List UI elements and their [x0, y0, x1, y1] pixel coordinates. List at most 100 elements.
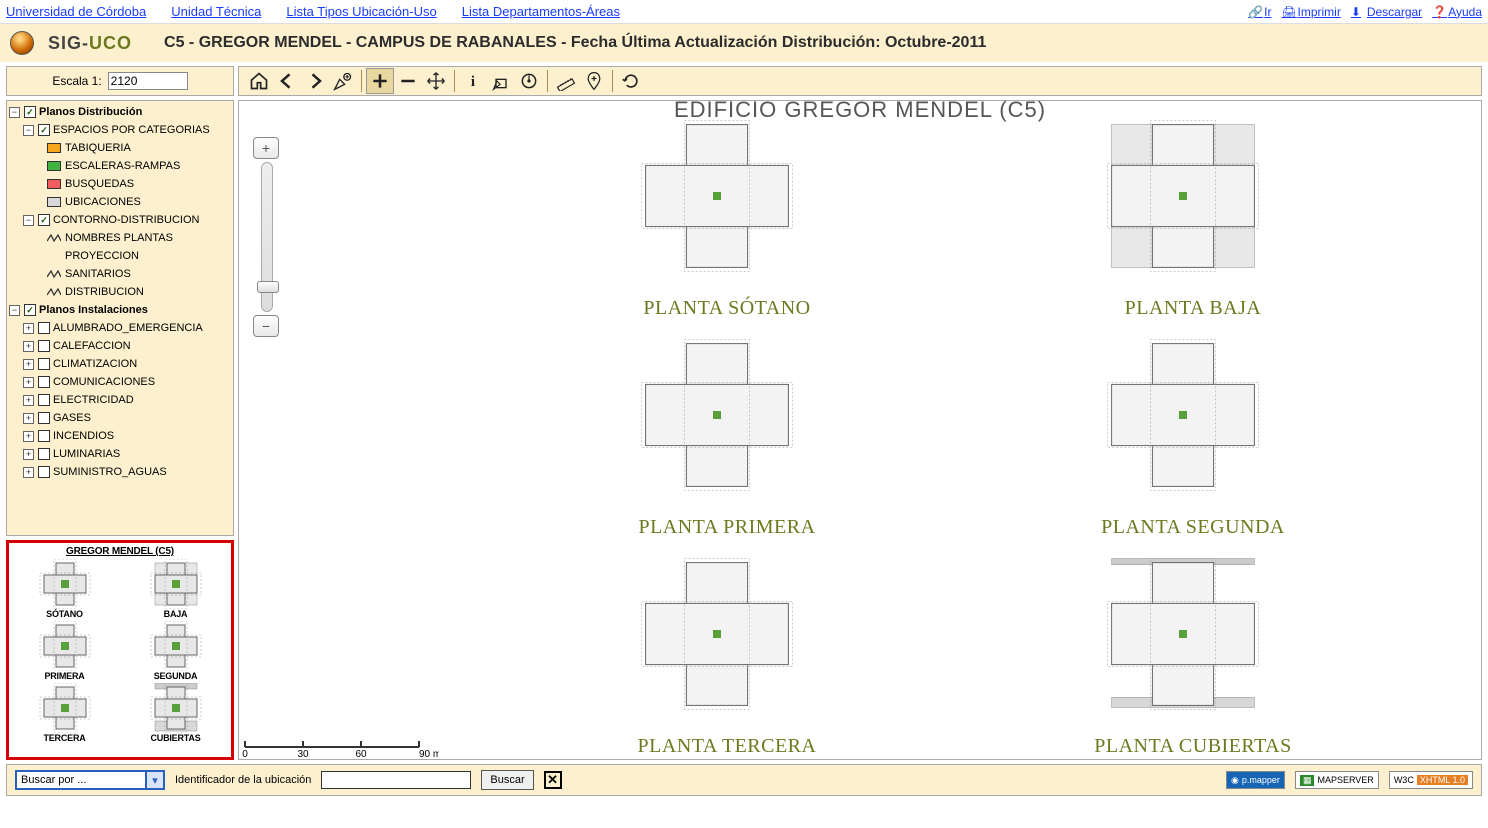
- id-input[interactable]: [321, 771, 471, 789]
- collapse-icon[interactable]: −: [23, 125, 34, 136]
- swatch-ubicaciones: [47, 197, 61, 207]
- tree-inst-item[interactable]: GASES: [53, 412, 91, 424]
- mapserver-badge[interactable]: ▦MAPSERVER: [1295, 771, 1379, 789]
- checkbox[interactable]: [24, 304, 36, 316]
- tree-group-instalaciones[interactable]: Planos Instalaciones: [39, 304, 148, 316]
- zoom-track[interactable]: [261, 162, 273, 312]
- checkbox[interactable]: [38, 376, 50, 388]
- search-button[interactable]: Buscar: [481, 770, 533, 790]
- tree-group-distribucion[interactable]: Planos Distribución: [39, 106, 142, 118]
- minimap-thumb[interactable]: PRIMERA: [11, 621, 118, 681]
- link-icon: 🔗: [1248, 5, 1262, 19]
- expand-icon[interactable]: +: [23, 377, 34, 388]
- tree-inst-item[interactable]: LUMINARIAS: [53, 448, 120, 460]
- checkbox[interactable]: [38, 124, 50, 136]
- checkbox[interactable]: [38, 394, 50, 406]
- add-poi-button[interactable]: [580, 68, 608, 94]
- floor-plan[interactable]: PLANTA BAJA: [1005, 111, 1381, 320]
- minimap-thumb[interactable]: BAJA: [122, 559, 229, 619]
- tree-inst-item[interactable]: COMUNICACIONES: [53, 376, 155, 388]
- checkbox[interactable]: [38, 340, 50, 352]
- ir-link[interactable]: 🔗Ir: [1248, 5, 1271, 19]
- floor-plan[interactable]: PLANTA SEGUNDA: [1005, 330, 1381, 539]
- measure-button[interactable]: [552, 68, 580, 94]
- plan-label: PLANTA CUBIERTAS: [1094, 735, 1292, 758]
- zigzag-icon: [47, 287, 61, 297]
- expand-icon[interactable]: +: [23, 467, 34, 478]
- search-mode-input[interactable]: [15, 770, 145, 790]
- tree-inst-item[interactable]: INCENDIOS: [53, 430, 114, 442]
- minimap-thumb[interactable]: SÓTANO: [11, 559, 118, 619]
- checkbox[interactable]: [38, 412, 50, 424]
- zigzag-icon: [47, 233, 61, 243]
- floor-plan[interactable]: PLANTA TERCERA: [539, 549, 915, 758]
- imprimir-link[interactable]: 🖨Imprimir: [1282, 5, 1341, 19]
- scale-input[interactable]: [108, 72, 188, 90]
- clear-search-button[interactable]: ✕: [544, 771, 562, 789]
- swatch-busquedas: [47, 179, 61, 189]
- expand-icon[interactable]: +: [23, 449, 34, 460]
- floor-plan[interactable]: PLANTA SÓTANO: [539, 111, 915, 320]
- expand-icon[interactable]: +: [23, 431, 34, 442]
- chevron-down-icon[interactable]: ▾: [145, 770, 165, 790]
- floor-plan[interactable]: PLANTA PRIMERA: [539, 330, 915, 539]
- zoom-in-button[interactable]: [366, 68, 394, 94]
- zoom-out-button[interactable]: [394, 68, 422, 94]
- expand-icon[interactable]: +: [23, 395, 34, 406]
- tree-inst-item[interactable]: CLIMATIZACION: [53, 358, 137, 370]
- link-lista-tipos[interactable]: Lista Tipos Ubicación-Uso: [286, 4, 436, 19]
- checkbox[interactable]: [38, 322, 50, 334]
- auto-identify-button[interactable]: i: [515, 68, 543, 94]
- tree-inst-item[interactable]: SUMINISTRO_AGUAS: [53, 466, 167, 478]
- tree-inst-item[interactable]: ALUMBRADO_EMERGENCIA: [53, 322, 203, 334]
- select-button[interactable]: [487, 68, 515, 94]
- collapse-icon[interactable]: −: [9, 305, 20, 316]
- thumb-label: SEGUNDA: [154, 671, 198, 681]
- refresh-button[interactable]: [617, 68, 645, 94]
- minimap-thumb[interactable]: TERCERA: [11, 683, 118, 743]
- forward-button[interactable]: [301, 68, 329, 94]
- map-viewport[interactable]: EDIFICIO GREGOR MENDEL (C5) + − PLANTA S…: [238, 100, 1482, 760]
- tree-inst-item[interactable]: ELECTRICIDAD: [53, 394, 134, 406]
- back-button[interactable]: [273, 68, 301, 94]
- link-universidad[interactable]: Universidad de Córdoba: [6, 4, 146, 19]
- tree-inst-item[interactable]: CALEFACCION: [53, 340, 131, 352]
- minimap-thumb[interactable]: CUBIERTAS: [122, 683, 229, 743]
- scale-bar: 0 30 60 90 m: [239, 733, 439, 759]
- zoom-minus-button[interactable]: −: [253, 315, 279, 337]
- svg-text:60: 60: [355, 749, 367, 759]
- checkbox[interactable]: [38, 358, 50, 370]
- expand-icon[interactable]: +: [23, 359, 34, 370]
- w3c-xhtml-badge[interactable]: W3C XHTML 1.0: [1389, 771, 1473, 789]
- checkbox[interactable]: [38, 430, 50, 442]
- minimap-thumb[interactable]: SEGUNDA: [122, 621, 229, 681]
- descargar-link[interactable]: ⬇Descargar: [1351, 5, 1422, 19]
- pan-button[interactable]: [422, 68, 450, 94]
- home-button[interactable]: [245, 68, 273, 94]
- legend-tabiqueria: TABIQUERIA: [65, 142, 131, 154]
- checkbox[interactable]: [38, 448, 50, 460]
- collapse-icon[interactable]: −: [9, 107, 20, 118]
- search-mode-combo[interactable]: ▾: [15, 770, 165, 790]
- expand-icon[interactable]: +: [23, 323, 34, 334]
- tree-espacios-categorias[interactable]: ESPACIOS POR CATEGORIAS: [53, 124, 210, 136]
- top-nav-left: Universidad de Córdoba Unidad Técnica Li…: [6, 4, 642, 19]
- zoom-plus-button[interactable]: +: [253, 137, 279, 159]
- checkbox[interactable]: [38, 466, 50, 478]
- expand-icon[interactable]: +: [23, 341, 34, 352]
- identify-button[interactable]: i: [459, 68, 487, 94]
- zoom-selected-button[interactable]: [329, 68, 357, 94]
- expand-icon[interactable]: +: [23, 413, 34, 424]
- link-unidad-tecnica[interactable]: Unidad Técnica: [171, 4, 261, 19]
- tree-contorno[interactable]: CONTORNO-DISTRIBUCION: [53, 214, 199, 226]
- collapse-icon[interactable]: −: [23, 215, 34, 226]
- ayuda-link[interactable]: ❓Ayuda: [1432, 5, 1482, 19]
- checkbox[interactable]: [38, 214, 50, 226]
- plan-label: PLANTA TERCERA: [638, 735, 817, 758]
- layer-tree: −Planos Distribución −ESPACIOS POR CATEG…: [6, 100, 234, 536]
- pmapper-badge[interactable]: ◉ p.mapper: [1226, 771, 1285, 789]
- floor-plan[interactable]: PLANTA CUBIERTAS: [1005, 549, 1381, 758]
- checkbox[interactable]: [24, 106, 36, 118]
- zoom-handle[interactable]: [257, 281, 279, 293]
- link-lista-deptos[interactable]: Lista Departamentos-Áreas: [462, 4, 620, 19]
